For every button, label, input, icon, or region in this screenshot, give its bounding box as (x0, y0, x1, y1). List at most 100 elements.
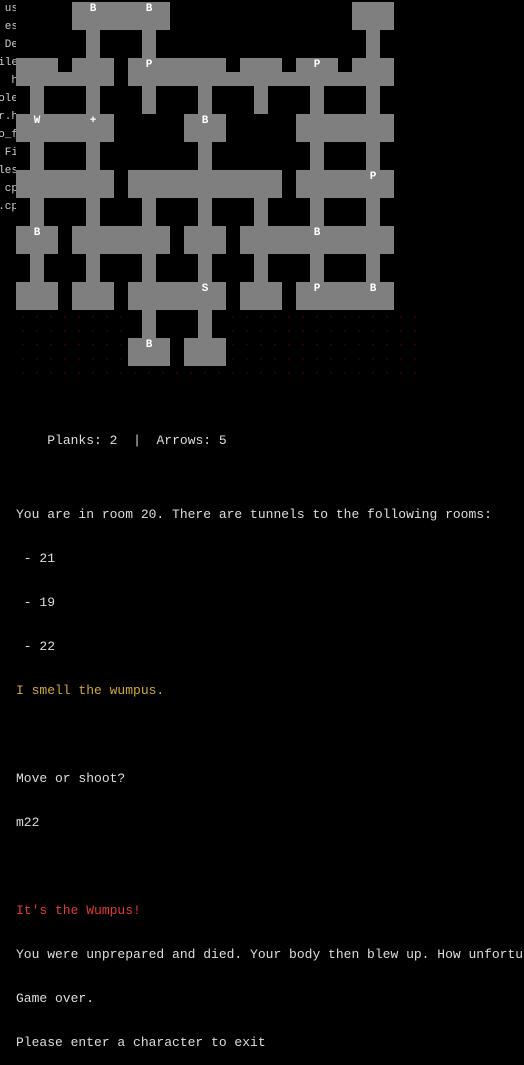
map-cell (184, 282, 198, 296)
map-cell (72, 2, 86, 16)
map-cell: · (310, 310, 324, 324)
map-cell (16, 2, 30, 16)
map-cell (198, 170, 212, 184)
map-cell (198, 184, 212, 198)
player-input[interactable]: m22 (16, 816, 524, 830)
map-cell (30, 2, 44, 16)
map-cell (198, 58, 212, 72)
map-cell (408, 2, 422, 16)
map-cell (254, 254, 268, 268)
map-cell (366, 44, 380, 58)
map-cell (324, 2, 338, 16)
map-cell: · (324, 324, 338, 338)
map-cell (170, 282, 184, 296)
map-cell (184, 212, 198, 226)
map-cell (338, 184, 352, 198)
map-cell (198, 338, 212, 352)
map-cell (44, 30, 58, 44)
map-cell (170, 100, 184, 114)
map-cell (44, 2, 58, 16)
map-cell (324, 296, 338, 310)
map-cell (380, 44, 394, 58)
map-cell: · (44, 324, 58, 338)
map-cell (338, 268, 352, 282)
map-cell (100, 30, 114, 44)
map-cell (310, 72, 324, 86)
map-cell (254, 2, 268, 16)
map-cell (184, 352, 198, 366)
map-cell (114, 100, 128, 114)
map-cell (114, 58, 128, 72)
map-cell (296, 170, 310, 184)
map-cell (198, 226, 212, 240)
map-cell (212, 170, 226, 184)
map-cell (282, 240, 296, 254)
map-cell (44, 268, 58, 282)
map-cell (156, 254, 170, 268)
map-cell (380, 226, 394, 240)
map-cell: · (352, 324, 366, 338)
map-cell (310, 128, 324, 142)
map-cell: · (100, 324, 114, 338)
map-cell (254, 16, 268, 30)
map-cell (394, 86, 408, 100)
map-cell (184, 58, 198, 72)
map-cell (142, 142, 156, 156)
map-cell (324, 240, 338, 254)
map-cell (72, 72, 86, 86)
map-cell (72, 114, 86, 128)
map-cell (408, 296, 422, 310)
map-cell: · (366, 352, 380, 366)
map-cell (324, 128, 338, 142)
map-cell: · (380, 310, 394, 324)
map-cell (240, 282, 254, 296)
map-cell (198, 212, 212, 226)
map-cell (142, 254, 156, 268)
map-cell (142, 30, 156, 44)
map-cell (44, 226, 58, 240)
map-cell (58, 58, 72, 72)
map-cell (198, 128, 212, 142)
map-cell: · (380, 352, 394, 366)
map-cell (310, 114, 324, 128)
map-cell (380, 16, 394, 30)
map-cell (408, 282, 422, 296)
map-cell (30, 86, 44, 100)
divider: | (133, 433, 141, 448)
map-cell (324, 254, 338, 268)
map-cell (72, 296, 86, 310)
map-cell (114, 268, 128, 282)
map-cell: · (296, 352, 310, 366)
map-cell (100, 44, 114, 58)
map-cell (240, 72, 254, 86)
map-cell (324, 100, 338, 114)
map-cell (338, 282, 352, 296)
map-cell (380, 296, 394, 310)
map-cell (366, 16, 380, 30)
map-cell (142, 282, 156, 296)
map-cell (380, 170, 394, 184)
map-cell (296, 114, 310, 128)
map-cell (100, 254, 114, 268)
map-cell (30, 240, 44, 254)
map-cell (128, 58, 142, 72)
map-cell (394, 156, 408, 170)
map-cell (380, 86, 394, 100)
map-cell (254, 44, 268, 58)
map-cell (338, 86, 352, 100)
map-cell: · (268, 366, 282, 380)
map-cell (408, 198, 422, 212)
map-cell (380, 254, 394, 268)
map-cell (212, 296, 226, 310)
map-cell (226, 268, 240, 282)
map-cell (72, 170, 86, 184)
map-cell (212, 282, 226, 296)
map-cell (268, 58, 282, 72)
map-cell (30, 198, 44, 212)
map-cell (282, 268, 296, 282)
map-cell (58, 184, 72, 198)
map-cell (16, 254, 30, 268)
map-cell (72, 44, 86, 58)
map-cell (30, 100, 44, 114)
map-cell (366, 212, 380, 226)
